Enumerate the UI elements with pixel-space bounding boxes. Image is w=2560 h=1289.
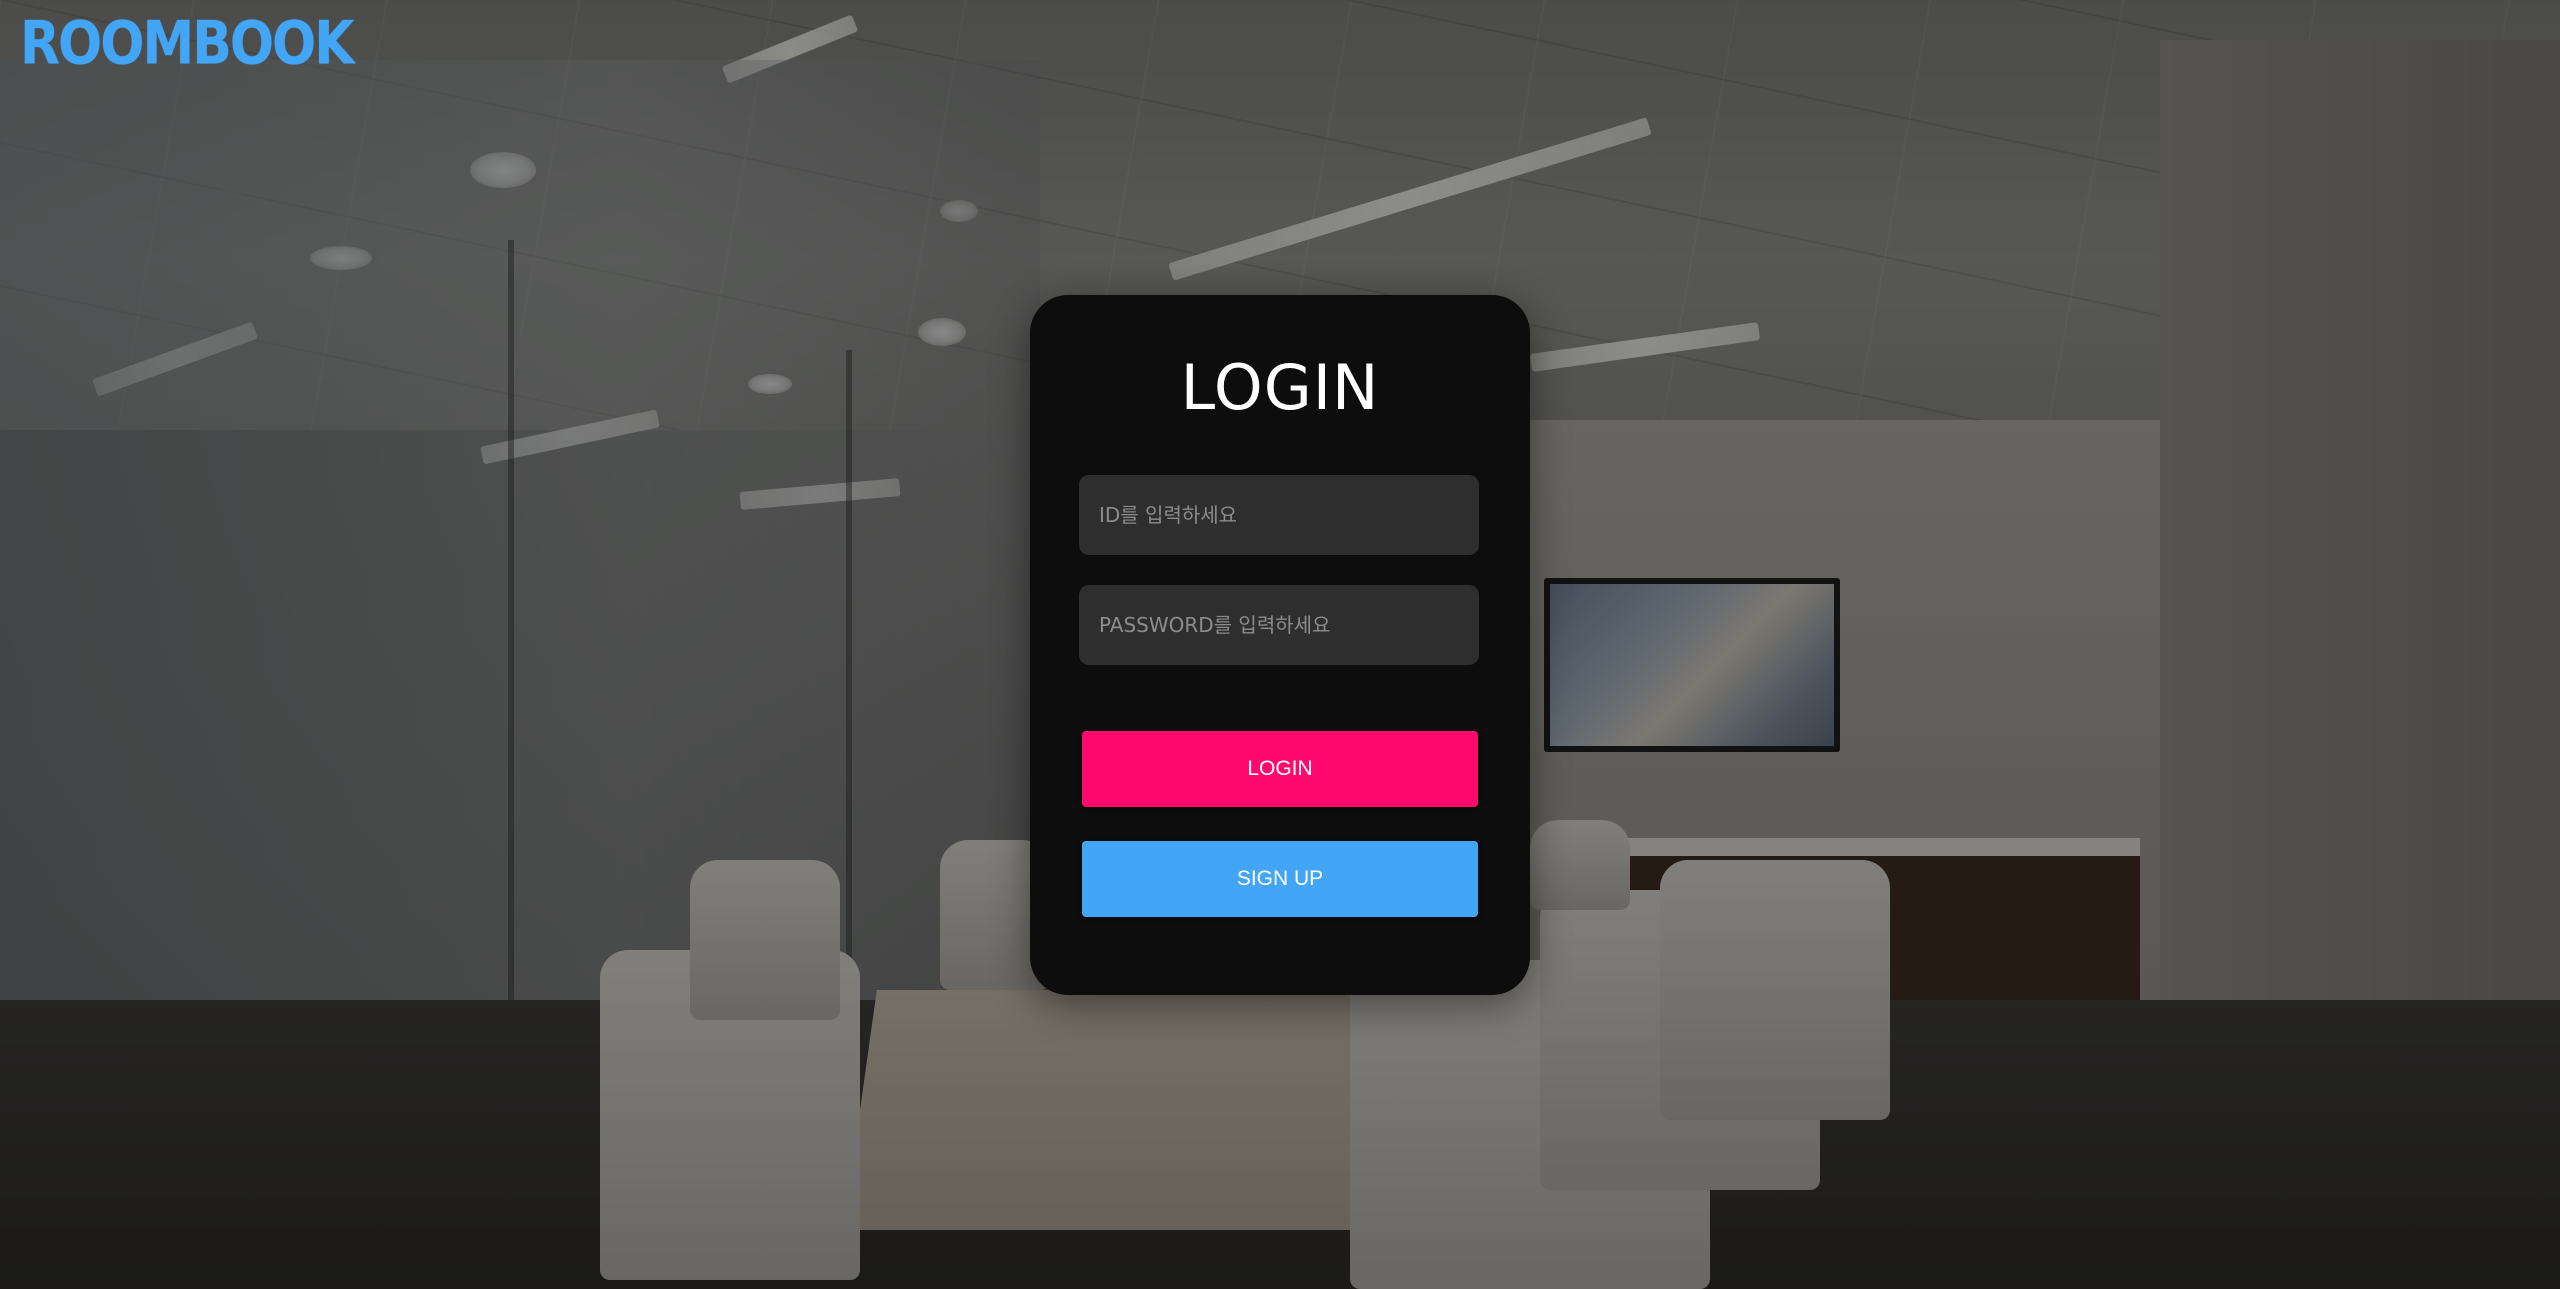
- login-card: LOGIN LOGIN SIGN UP: [1030, 295, 1530, 995]
- password-input[interactable]: [1079, 585, 1479, 665]
- login-button[interactable]: LOGIN: [1082, 731, 1478, 807]
- login-title: LOGIN: [1180, 351, 1380, 424]
- roombook-logo[interactable]: ROOMBOOK: [20, 14, 355, 74]
- id-input[interactable]: [1079, 475, 1479, 555]
- signup-button[interactable]: SIGN UP: [1082, 841, 1478, 917]
